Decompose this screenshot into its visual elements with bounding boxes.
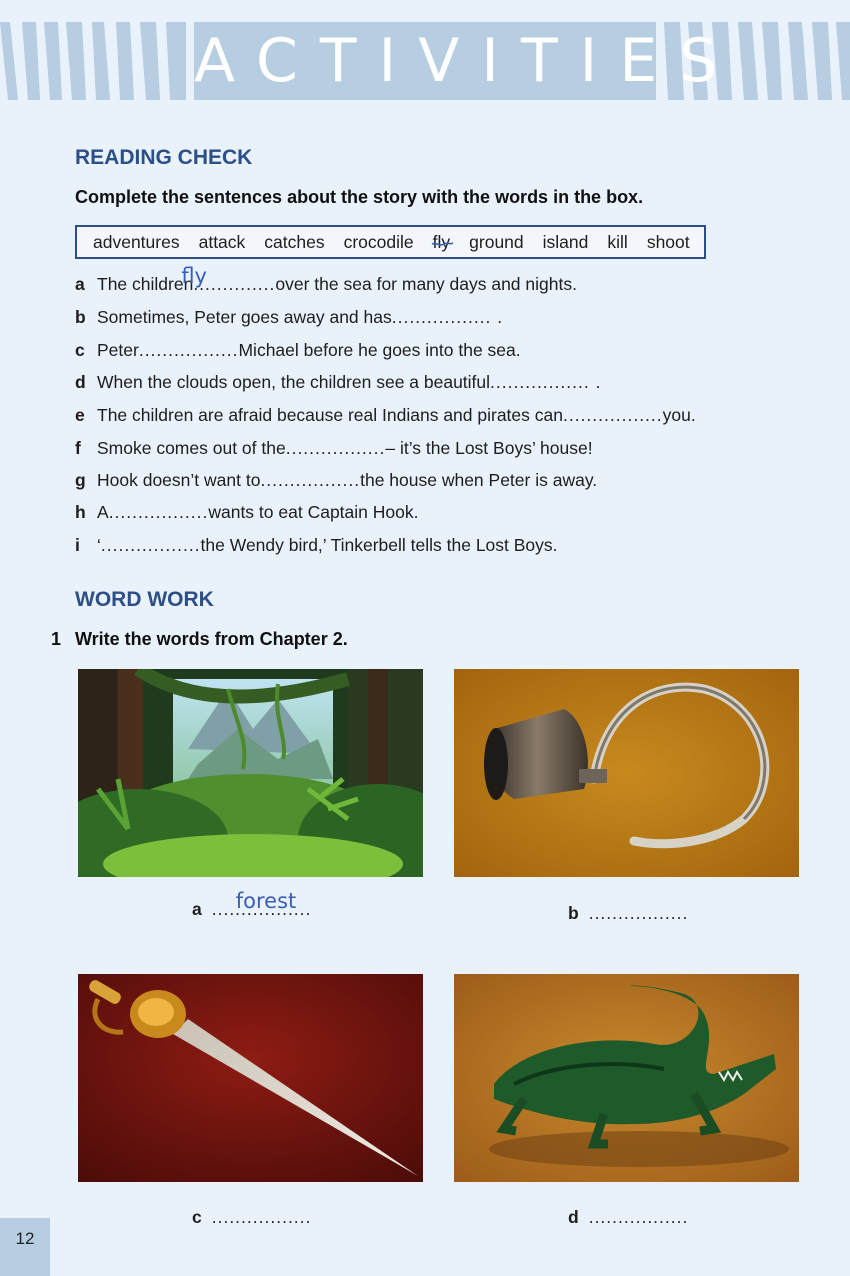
- sentence-text: Hook doesn’t want to: [97, 470, 261, 490]
- word-work-instruction: Write the words from Chapter 2.: [75, 629, 348, 649]
- word-box-item: attack: [198, 231, 246, 252]
- handwritten-answer: fly: [181, 264, 207, 288]
- sentence-text: Sometimes, Peter goes away and has: [97, 307, 392, 327]
- answer-d: d.................: [568, 1207, 688, 1228]
- sentence-letter: i: [75, 535, 80, 555]
- sentence-letter: b: [75, 307, 86, 327]
- sentence-letter: h: [75, 502, 86, 522]
- sentence-text: A: [97, 502, 109, 522]
- sentence-h: h A.................wants to eat Captain …: [75, 500, 418, 524]
- cross-out-mark: [431, 241, 454, 246]
- item-letter: b: [568, 903, 579, 923]
- reading-check-instruction: Complete the sentences about the story w…: [75, 187, 644, 207]
- sentence-g: g Hook doesn’t want to.................th…: [75, 468, 597, 492]
- sentence-text: Michael before he goes into the sea.: [238, 340, 521, 360]
- sentence-letter: c: [75, 340, 85, 360]
- word-box-item: island: [542, 231, 589, 252]
- answer-dots[interactable]: .................: [286, 438, 386, 458]
- sentence-letter: d: [75, 372, 86, 392]
- answer-a: a................. forest: [192, 889, 311, 920]
- sentence-text: When the clouds open, the children see a…: [97, 372, 491, 392]
- answer-dots[interactable]: .................: [589, 1207, 689, 1227]
- sentence-text: The children are afraid because real Ind…: [97, 405, 563, 425]
- item-letter: a: [192, 899, 202, 919]
- sentence-text: the Wendy bird,’ Tinkerbell tells the Lo…: [200, 535, 558, 555]
- sentence-text: over the sea for many days and nights.: [275, 274, 577, 294]
- exercise-number: 1: [51, 629, 62, 649]
- crocodile-picture: [454, 974, 799, 1182]
- answer-c: c.................: [192, 1207, 311, 1228]
- sentence-text: the house when Peter is away.: [360, 470, 598, 490]
- answer-b: b.................: [568, 903, 688, 924]
- sentence-i: i ‘.................the Wendy bird,’ Tink…: [75, 533, 558, 557]
- sentence-text: you.: [662, 405, 696, 425]
- sentence-b: b Sometimes, Peter goes away and has.....…: [75, 305, 503, 329]
- word-box-item: crocodile: [343, 231, 414, 252]
- word-box: adventures attack catches crocodile fly …: [75, 225, 706, 259]
- sentence-letter: f: [75, 438, 81, 458]
- sentence-e: e The children are afraid because real In…: [75, 403, 696, 427]
- sentence-text: Smoke comes out of the: [97, 438, 286, 458]
- answer-dots: ......: [240, 274, 276, 294]
- sentence-text: – it’s the Lost Boys’ house!: [385, 438, 593, 458]
- answer-dots[interactable]: .................: [212, 1207, 312, 1227]
- word-box-item: ground: [469, 231, 524, 252]
- answer-dots[interactable]: ................. .: [490, 372, 601, 392]
- sentence-letter: e: [75, 405, 85, 425]
- jungle-forest-picture: [78, 669, 423, 877]
- word-box-item: adventures: [93, 231, 180, 252]
- sword-picture: [78, 974, 423, 1182]
- handwritten-answer: forest: [235, 889, 297, 913]
- sentence-c: c Peter.................Michael before he…: [75, 338, 521, 362]
- word-box-item-crossed: fly: [431, 232, 454, 253]
- item-letter: c: [192, 1207, 202, 1227]
- sentence-text: wants to eat Captain Hook.: [208, 502, 419, 522]
- word-box-item: shoot: [646, 231, 690, 252]
- reading-check-heading: READING CHECK: [75, 146, 253, 169]
- answer-dots[interactable]: .................: [101, 535, 201, 555]
- item-letter: d: [568, 1207, 579, 1227]
- answer-dots[interactable]: ................. .: [392, 307, 503, 327]
- word-box-item: kill: [607, 231, 628, 252]
- answer-dots[interactable]: .................: [139, 340, 239, 360]
- answer-dots[interactable]: .................: [260, 470, 360, 490]
- word-work-heading: WORD WORK: [75, 588, 214, 611]
- answer-dots[interactable]: .................: [109, 502, 209, 522]
- answer-dots[interactable]: .................: [589, 903, 689, 923]
- sentence-text: Peter: [97, 340, 139, 360]
- sentence-text: The children: [97, 274, 194, 294]
- page-number: 12: [0, 1218, 50, 1276]
- answer-dots[interactable]: .................: [563, 405, 663, 425]
- sentence-a: a The children........ fly ......over the s…: [75, 264, 577, 296]
- sentence-f: f Smoke comes out of the.................…: [75, 436, 593, 460]
- word-box-item: catches: [264, 231, 325, 252]
- hook-picture: [454, 669, 799, 877]
- sentence-letter: a: [75, 274, 85, 294]
- page-title: ACTIVITIES: [194, 22, 717, 100]
- sentence-d: d When the clouds open, the children see …: [75, 370, 601, 394]
- sentence-letter: g: [75, 470, 86, 490]
